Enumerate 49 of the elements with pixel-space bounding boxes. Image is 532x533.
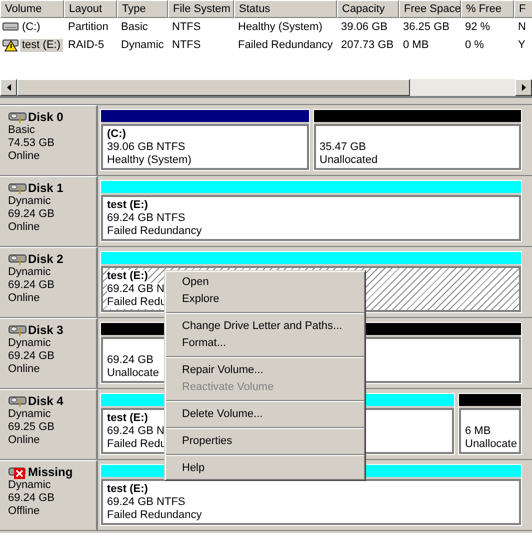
table-cell: N [518,20,526,34]
table-cell: 0 MB [403,38,429,52]
table-cell: 207.73 GB [341,38,394,52]
disk-size: 69.24 GB [8,350,56,363]
disk-status: Online [8,292,41,305]
table-cell: RAID-5 [68,38,104,52]
disk-name: Disk 4 [28,394,64,408]
table-cell: 0 % [465,38,484,52]
table-cell: Healthy (System) [238,20,322,34]
partition-info: Healthy (System) [107,154,192,167]
table-cell: 92 % [465,20,490,34]
disk-size: 69.24 GB [8,492,56,505]
disk-size: 69.24 GB [8,279,56,292]
table-cell: Dynamic [121,38,164,52]
disk-name: Disk 1 [28,182,64,194]
table-cell: NTFS [172,38,201,52]
disk-type: Dynamic [8,266,52,279]
volume-name: test (E:) [107,483,148,496]
disk-status: Online [8,221,41,234]
disk-status: Online [8,363,41,376]
disk-status: Online [8,150,41,163]
disk-type: Dynamic [8,337,52,350]
table-cell: 39.06 GB [341,20,388,34]
disk-type: Basic [8,124,36,137]
table-cell: NTFS [172,20,201,34]
disk-size: 69.25 GB [8,421,56,434]
disk-type: Dynamic [8,408,52,421]
table-cell: Basic [121,20,148,34]
disk-name: Disk 0 [28,110,64,124]
table-cell: Partition [68,20,108,34]
disk-name: Disk 3 [28,324,64,336]
disk-size: 74.53 GB [8,137,56,150]
disk-type: Dynamic [8,479,52,492]
disk-name: Disk 2 [28,252,64,266]
volume-name: test (E:) [107,412,148,425]
table-cell: Failed Redundancy [238,38,333,52]
disk-size: 69.24 GB [8,208,56,221]
table-cell: Y [518,38,526,52]
disk-name: Missing [28,466,73,478]
volume-name: (C:) [107,128,126,141]
volume-name: test (E:) [107,199,148,212]
disk-type: Dynamic [8,195,52,208]
disk-status: Online [8,434,41,447]
table-cell: 36.25 GB [403,20,450,34]
partition-info: 69.24 GB N [107,283,164,296]
partition-info: Failed Redundancy [107,509,202,522]
partition-info: Failed Redundancy [107,225,202,238]
volume-name: test (E:) [107,270,148,283]
disk-status: Offline [8,505,41,518]
